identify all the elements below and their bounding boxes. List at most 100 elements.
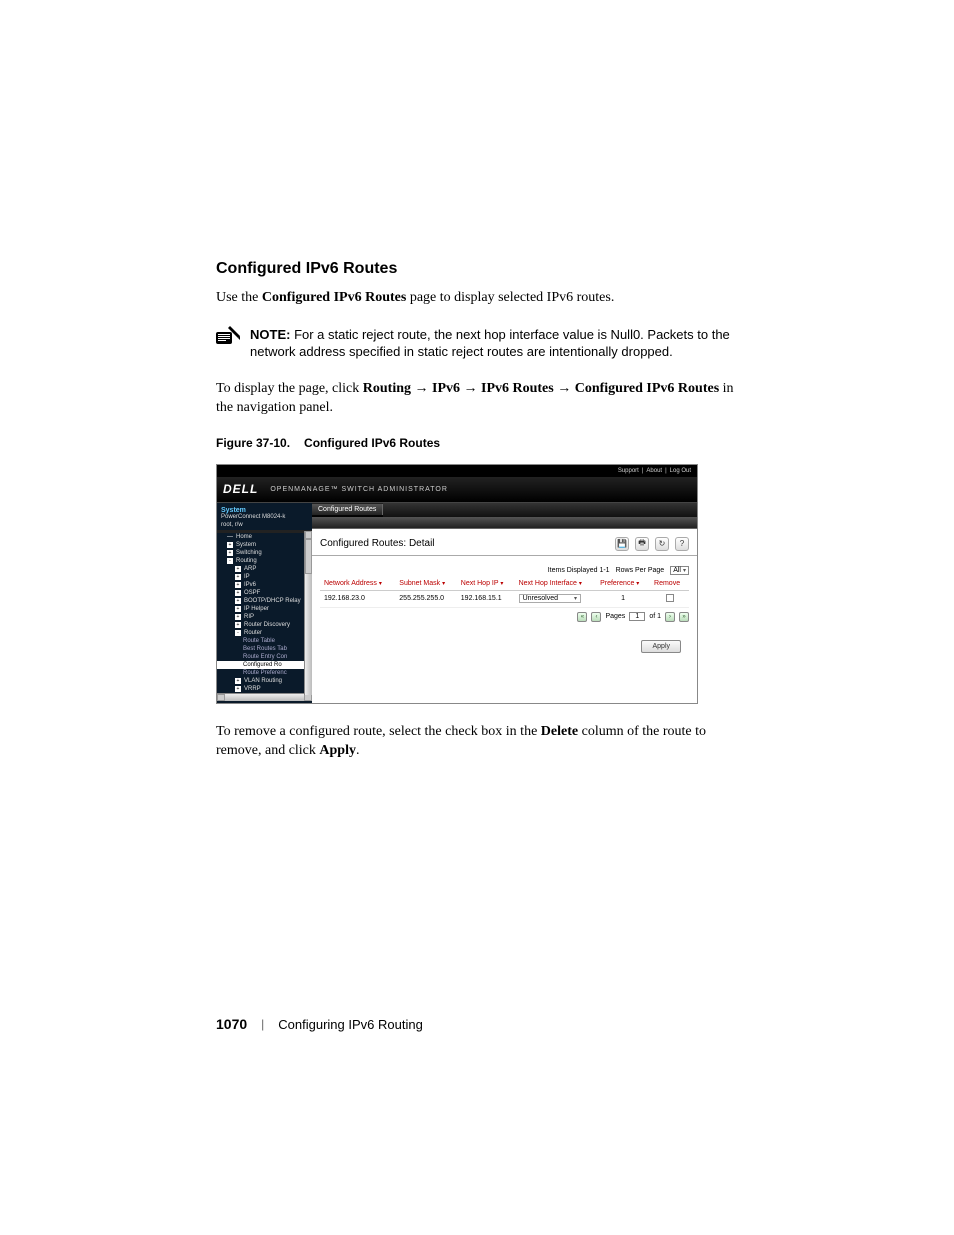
nav-item-label: OSPF <box>244 590 260 596</box>
expand-icon[interactable]: + <box>235 678 241 684</box>
nav-path-3: IPv6 Routes <box>481 381 554 396</box>
figure-caption: Figure 37-10.Configured IPv6 Routes <box>216 436 736 450</box>
pager-prev-icon[interactable]: ‹ <box>591 612 601 622</box>
pages-label: Pages <box>605 613 625 620</box>
note-pencil-icon <box>216 326 240 344</box>
nav-item[interactable]: +OSPF <box>217 589 312 597</box>
table-row: 192.168.23.0 255.255.255.0 192.168.15.1 … <box>320 590 689 607</box>
nav-item-label: System <box>236 542 256 548</box>
expand-icon[interactable]: + <box>227 550 233 556</box>
page-heading: Configured IPv6 Routes <box>216 260 736 278</box>
nav-item[interactable]: —Home <box>217 533 312 541</box>
pager-last-icon[interactable]: » <box>679 612 689 622</box>
nav-item-label: VLAN Routing <box>244 678 282 684</box>
expand-icon[interactable]: + <box>235 598 241 604</box>
remove-checkbox[interactable] <box>666 594 674 602</box>
nav-item[interactable]: +Router Discovery <box>217 621 312 629</box>
arrow-icon: → <box>415 381 429 396</box>
nav-item[interactable]: -Router <box>217 629 312 637</box>
main-pane: Configured Routes Configured Routes: Det… <box>312 503 697 703</box>
collapse-icon[interactable]: - <box>235 630 241 636</box>
footer-section: Configuring IPv6 Routing <box>278 1017 423 1032</box>
cell-next-hop-ip: 192.168.15.1 <box>457 590 515 607</box>
nav-item-label: Switching <box>236 550 262 556</box>
routes-table: Network Address ▾ Subnet Mask ▾ Next Hop… <box>320 577 689 608</box>
cell-next-hop-interface: Unresolved <box>515 590 597 607</box>
col-next-hop-ip[interactable]: Next Hop IP ▾ <box>457 577 515 591</box>
cell-subnet-mask: 255.255.255.0 <box>395 590 457 607</box>
nav-item[interactable]: +Switching <box>217 549 312 557</box>
refresh-icon[interactable]: ↻ <box>655 537 669 551</box>
nav-item-label: Route Table <box>243 638 275 644</box>
logout-link[interactable]: Log Out <box>670 468 691 474</box>
col-next-hop-interface[interactable]: Next Hop Interface ▾ <box>515 577 597 591</box>
note-label: NOTE: <box>250 327 290 342</box>
nav-path-2: IPv6 <box>432 381 460 396</box>
expand-icon[interactable]: + <box>235 614 241 620</box>
note-body: For a static reject route, the next hop … <box>250 327 730 360</box>
expand-icon[interactable]: + <box>235 574 241 580</box>
col-preference[interactable]: Preference ▾ <box>596 577 650 591</box>
nav-item-label: BOOTP/DHCP Relay <box>244 598 301 604</box>
pager-first-icon[interactable]: « <box>577 612 587 622</box>
page-input[interactable]: 1 <box>629 612 645 621</box>
rows-per-page-select[interactable]: All <box>670 566 689 575</box>
support-link[interactable]: Support <box>618 468 639 474</box>
next-hop-interface-select[interactable]: Unresolved <box>519 594 581 603</box>
nav-item[interactable]: +VLAN Routing <box>217 677 312 685</box>
about-link[interactable]: About <box>646 468 662 474</box>
rows-per-page-label: Rows Per Page <box>616 567 665 574</box>
app-subtitle: OPENMANAGE™ SWITCH ADMINISTRATOR <box>270 486 448 493</box>
nav-item-label: Route Entry Con <box>243 654 287 660</box>
nav-item[interactable]: -Routing <box>217 557 312 565</box>
figure-number: Figure 37-10. <box>216 436 290 450</box>
nav-item-label: Route Preferenc <box>243 670 287 676</box>
print-icon[interactable]: 🖶 <box>635 537 649 551</box>
nav-item[interactable]: +ARP <box>217 565 312 573</box>
nav-item[interactable]: +System <box>217 541 312 549</box>
page-number: 1070 <box>216 1016 247 1032</box>
breadcrumb-tab[interactable]: Configured Routes <box>312 504 383 515</box>
expand-icon[interactable]: + <box>235 622 241 628</box>
app-header: DELL OPENMANAGE™ SWITCH ADMINISTRATOR <box>217 477 697 503</box>
nav-item-label: Router Discovery <box>244 622 290 628</box>
expand-icon[interactable]: + <box>235 606 241 612</box>
after-prefix: To remove a configured route, select the… <box>216 724 541 739</box>
collapse-icon[interactable]: - <box>227 558 233 564</box>
nav-item[interactable]: +IP Helper <box>217 605 312 613</box>
nav-item[interactable]: Best Routes Tab <box>217 645 312 653</box>
save-icon[interactable]: 💾 <box>615 537 629 551</box>
col-remove: Remove <box>650 577 689 591</box>
nav-item[interactable]: Configured Ro <box>217 661 312 669</box>
col-subnet-mask[interactable]: Subnet Mask ▾ <box>395 577 457 591</box>
intro-paragraph: Use the Configured IPv6 Routes page to d… <box>216 288 736 308</box>
help-icon[interactable]: ? <box>675 537 689 551</box>
arrow-icon: → <box>464 381 478 396</box>
nav-item[interactable]: +IPv6 <box>217 581 312 589</box>
intro-suffix: page to display selected IPv6 routes. <box>406 290 614 305</box>
col-network-address[interactable]: Network Address ▾ <box>320 577 395 591</box>
expand-icon[interactable]: + <box>227 542 233 548</box>
intro-bold: Configured IPv6 Routes <box>262 290 406 305</box>
nav-item-label: Best Routes Tab <box>243 646 287 652</box>
nav-item[interactable]: +VRRP <box>217 685 312 693</box>
arrow-icon: → <box>557 381 571 396</box>
nav-instruction: To display the page, click Routing → IPv… <box>216 379 736 418</box>
nav-item[interactable]: +RIP <box>217 613 312 621</box>
nav-item[interactable]: Route Preferenc <box>217 669 312 677</box>
nav-item[interactable]: Route Entry Con <box>217 653 312 661</box>
expand-icon[interactable]: + <box>235 582 241 588</box>
nav-item[interactable]: Route Table <box>217 637 312 645</box>
nav-path-4: Configured IPv6 Routes <box>575 381 719 396</box>
nav-scrollbar-vertical[interactable] <box>304 531 312 695</box>
pager-next-icon[interactable]: › <box>665 612 675 622</box>
nav-user: root, r/w <box>217 522 312 530</box>
expand-icon[interactable]: + <box>235 566 241 572</box>
expand-icon[interactable]: + <box>235 686 241 692</box>
nav-item[interactable]: +BOOTP/DHCP Relay <box>217 597 312 605</box>
nav-scrollbar-horizontal[interactable] <box>217 693 312 701</box>
nav-item[interactable]: +IP <box>217 573 312 581</box>
cell-preference: 1 <box>596 590 650 607</box>
expand-icon[interactable]: + <box>235 590 241 596</box>
apply-button[interactable]: Apply <box>641 640 681 653</box>
